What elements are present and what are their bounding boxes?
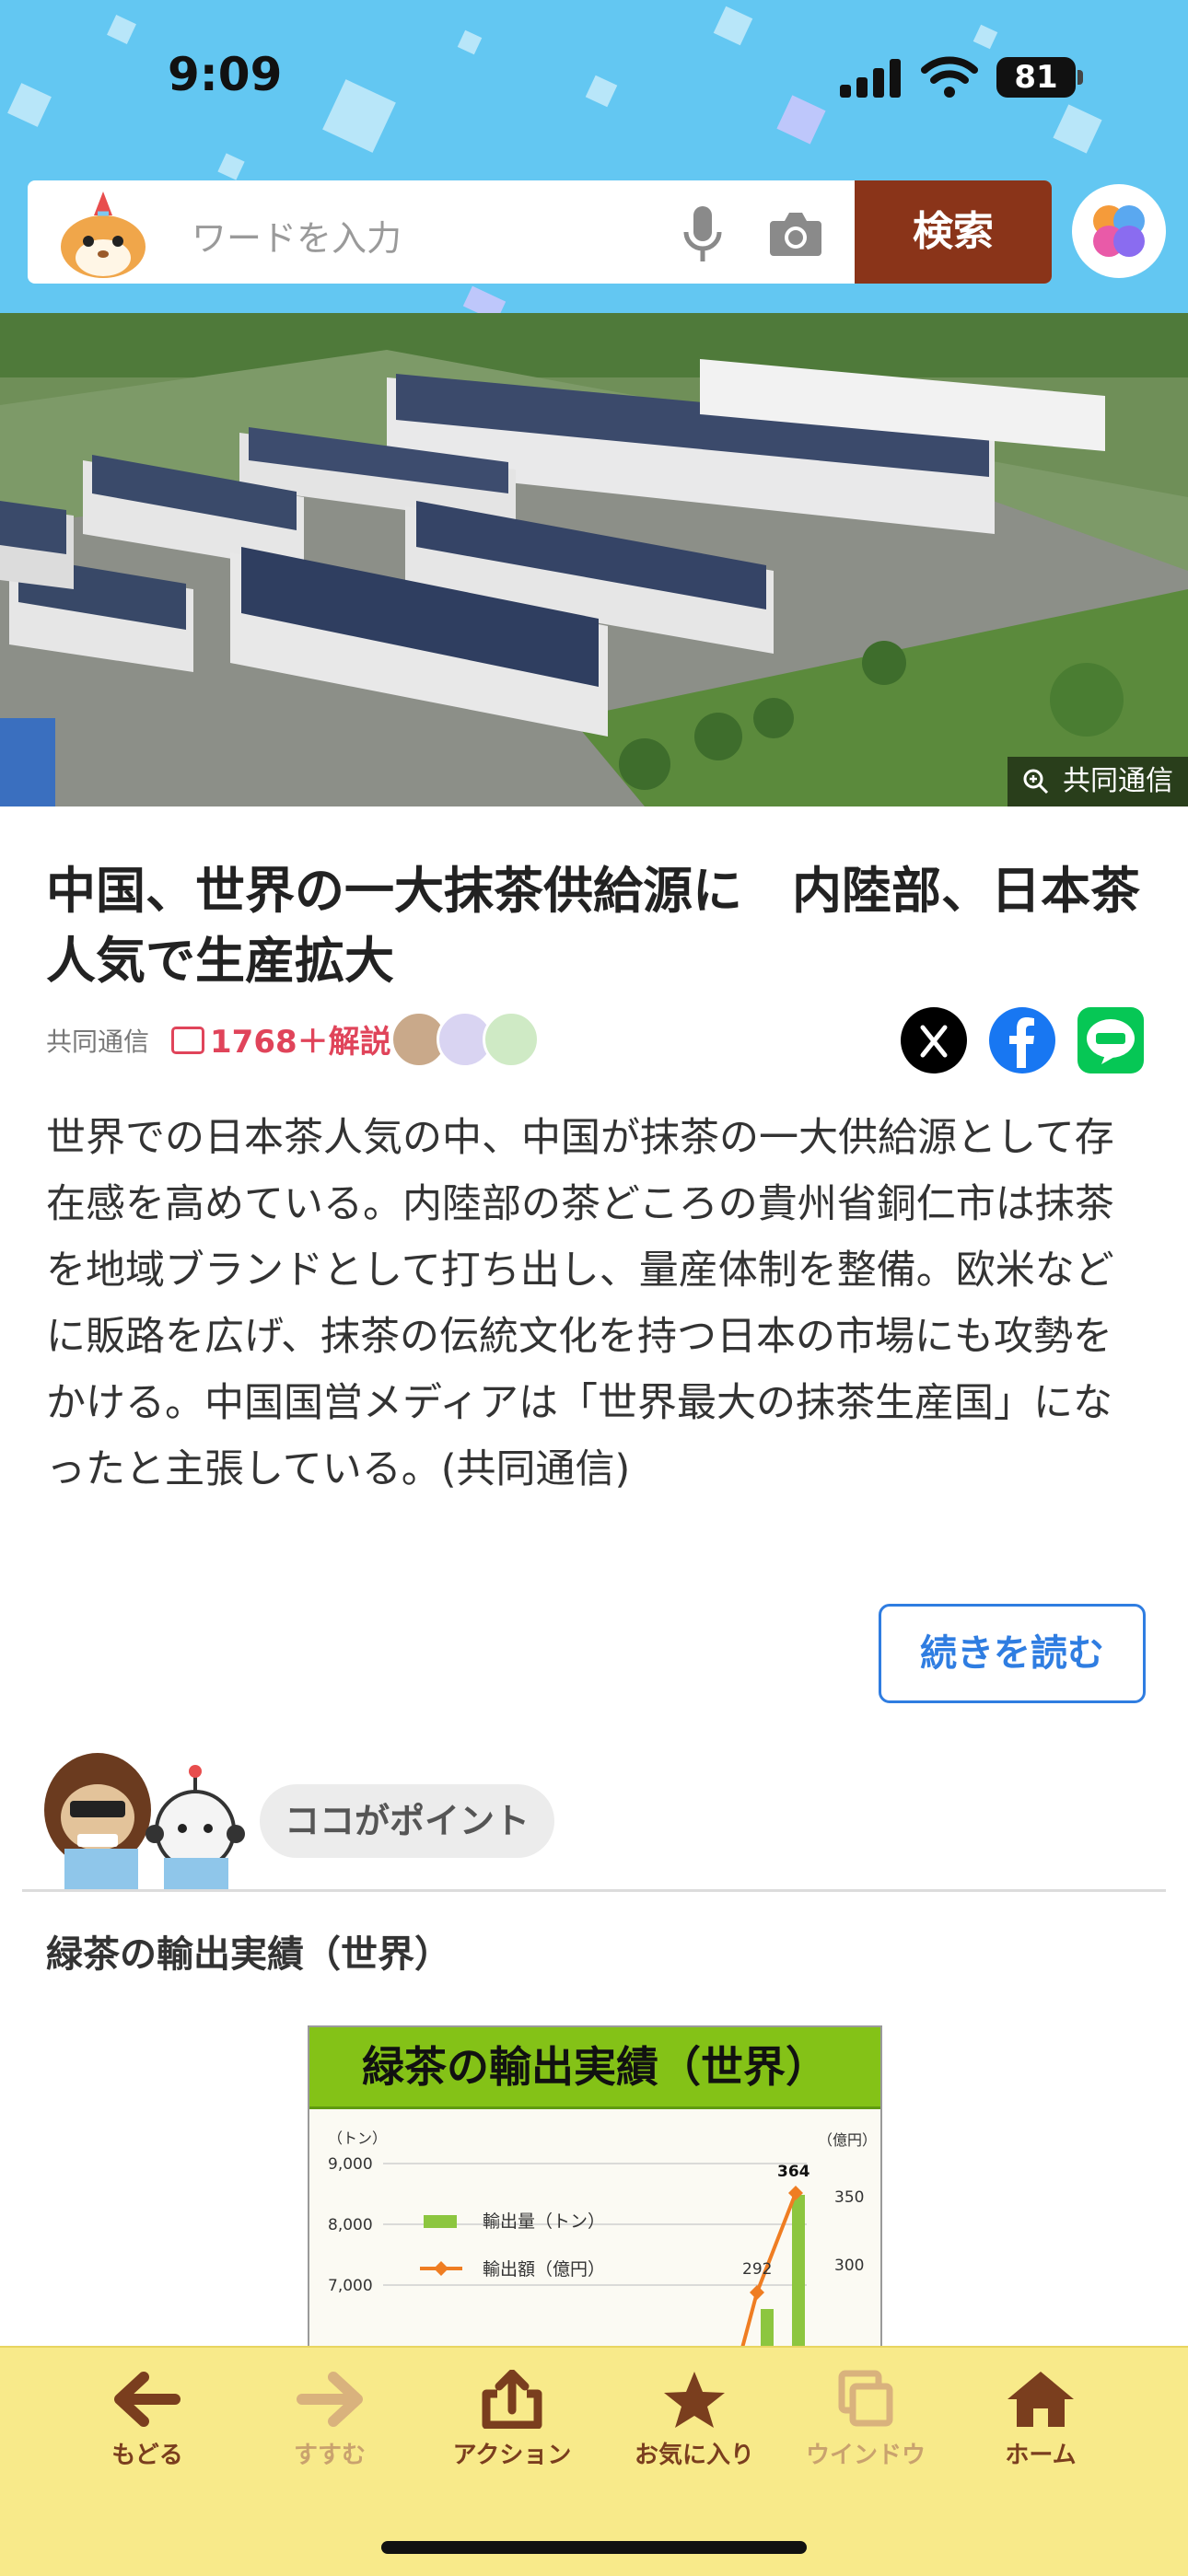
- facebook-logo-icon: [1009, 1017, 1034, 1068]
- confetti: [1053, 104, 1102, 154]
- avatar: [483, 1011, 540, 1068]
- chart-left-tick-label: 7,000: [328, 2277, 373, 2295]
- point-section-title: 緑茶の輸出実績（世界）: [46, 1933, 451, 1976]
- chart-right-tick-label: 300: [834, 2257, 864, 2275]
- home-indicator: [381, 2541, 807, 2554]
- nav-action-label: アクション: [452, 2442, 572, 2469]
- ai-assistant-icon[interactable]: [1072, 184, 1166, 278]
- window-icon: [838, 2370, 893, 2427]
- confetti: [776, 95, 826, 145]
- chart-right-tick-label: 350: [834, 2188, 864, 2207]
- confetti: [973, 24, 998, 50]
- microphone-icon[interactable]: [681, 204, 724, 265]
- chart-right-axis-unit: （億円）: [818, 2131, 877, 2149]
- nav-home-label: ホーム: [1005, 2442, 1077, 2469]
- legend-volume-label: 輸出量（トン）: [483, 2211, 605, 2232]
- point-value-292: [750, 2285, 764, 2300]
- nav-back-button[interactable]: もどる: [55, 2370, 239, 2470]
- nav-home-button[interactable]: ホーム: [949, 2370, 1133, 2470]
- zoom-icon: [1023, 769, 1049, 795]
- back-arrow-icon: [114, 2372, 181, 2427]
- confetti: [322, 79, 396, 153]
- legend-value-label: 輸出額（億円）: [483, 2259, 605, 2280]
- home-icon: [1007, 2372, 1074, 2427]
- wifi-icon: [921, 56, 978, 98]
- battery-icon: 81: [996, 57, 1076, 98]
- nav-favorites-button[interactable]: お気に入り: [602, 2370, 786, 2470]
- nav-favorites-label: お気に入り: [634, 2442, 754, 2469]
- battery-nub: [1077, 70, 1083, 85]
- signal-icon: [840, 55, 904, 98]
- confetti: [457, 29, 483, 55]
- confetti: [107, 15, 136, 44]
- star-icon: [664, 2372, 725, 2428]
- nav-forward-label: すすむ: [293, 2442, 366, 2469]
- nav-window-button[interactable]: ウインドウ: [774, 2370, 958, 2470]
- share-icon: [482, 2369, 542, 2430]
- x-share-button[interactable]: [901, 1007, 967, 1073]
- confetti: [585, 75, 618, 108]
- confetti: [713, 6, 753, 46]
- chart-legend: 輸出量（トン） 輸出額（億円）: [420, 2211, 605, 2280]
- nav-window-label: ウインドウ: [805, 2442, 926, 2469]
- chart-left-axis-unit: （トン）: [328, 2129, 387, 2147]
- article-source[interactable]: 共同通信: [46, 1022, 149, 1059]
- section-divider: [22, 1889, 1166, 1892]
- chart-right-ticks: 350 300: [834, 2188, 864, 2275]
- legend-value-marker: [434, 2261, 448, 2276]
- camera-icon[interactable]: [768, 208, 823, 258]
- x-logo-icon: [920, 1025, 948, 1058]
- data-label-292: 292: [742, 2260, 772, 2279]
- article-title: 中国、世界の一大抹茶供給源に 内陸部、日本茶人気で生産拡大: [46, 862, 1140, 990]
- confetti: [462, 285, 507, 313]
- article-photo[interactable]: 共同通信: [0, 313, 1188, 806]
- confetti: [7, 83, 52, 127]
- confetti: [217, 153, 245, 180]
- mascot-characters-icon: [44, 1753, 245, 1889]
- expert-avatars[interactable]: [390, 1011, 540, 1068]
- nav-forward-button[interactable]: すすむ: [238, 2370, 422, 2470]
- status-time: 9:09: [168, 48, 283, 101]
- factory-aerial-image: [0, 313, 1188, 806]
- nav-action-button[interactable]: アクション: [420, 2369, 604, 2470]
- comments-link[interactable]: 1768＋解説: [171, 1016, 391, 1062]
- guinea-pig-mascot-icon: [61, 191, 146, 278]
- point-label: ココがポイント: [260, 1784, 554, 1858]
- read-more-button[interactable]: 続きを読む: [879, 1604, 1146, 1703]
- search-button[interactable]: 検索: [855, 180, 1052, 284]
- photo-credit[interactable]: 共同通信: [1007, 757, 1188, 806]
- chart-left-tick-label: 8,000: [328, 2216, 373, 2234]
- facebook-share-button[interactable]: [989, 1007, 1055, 1073]
- line-share-button[interactable]: [1077, 1007, 1144, 1073]
- forward-arrow-icon: [297, 2372, 363, 2427]
- chart-left-ticks: 9,000 8,000 7,000: [328, 2155, 373, 2295]
- comment-icon: [171, 1027, 204, 1054]
- article-summary: 世界での日本茶人気の中、中国が抹茶の一大供給源として存在感を高めている。内陸部の…: [46, 1115, 1114, 1492]
- search-input[interactable]: ワードを入力: [192, 210, 402, 261]
- comments-count: 1768＋解説: [210, 1024, 391, 1061]
- chart-left-tick-label: 9,000: [328, 2155, 373, 2174]
- nav-back-label: もどる: [111, 2442, 183, 2469]
- photo-credit-label: 共同通信: [1063, 765, 1173, 797]
- chart-title: 緑茶の輸出実績（世界）: [309, 2027, 880, 2109]
- legend-volume-swatch: [424, 2215, 457, 2228]
- line-logo-icon: [1087, 1019, 1135, 1064]
- data-label-364: 364: [777, 2163, 810, 2181]
